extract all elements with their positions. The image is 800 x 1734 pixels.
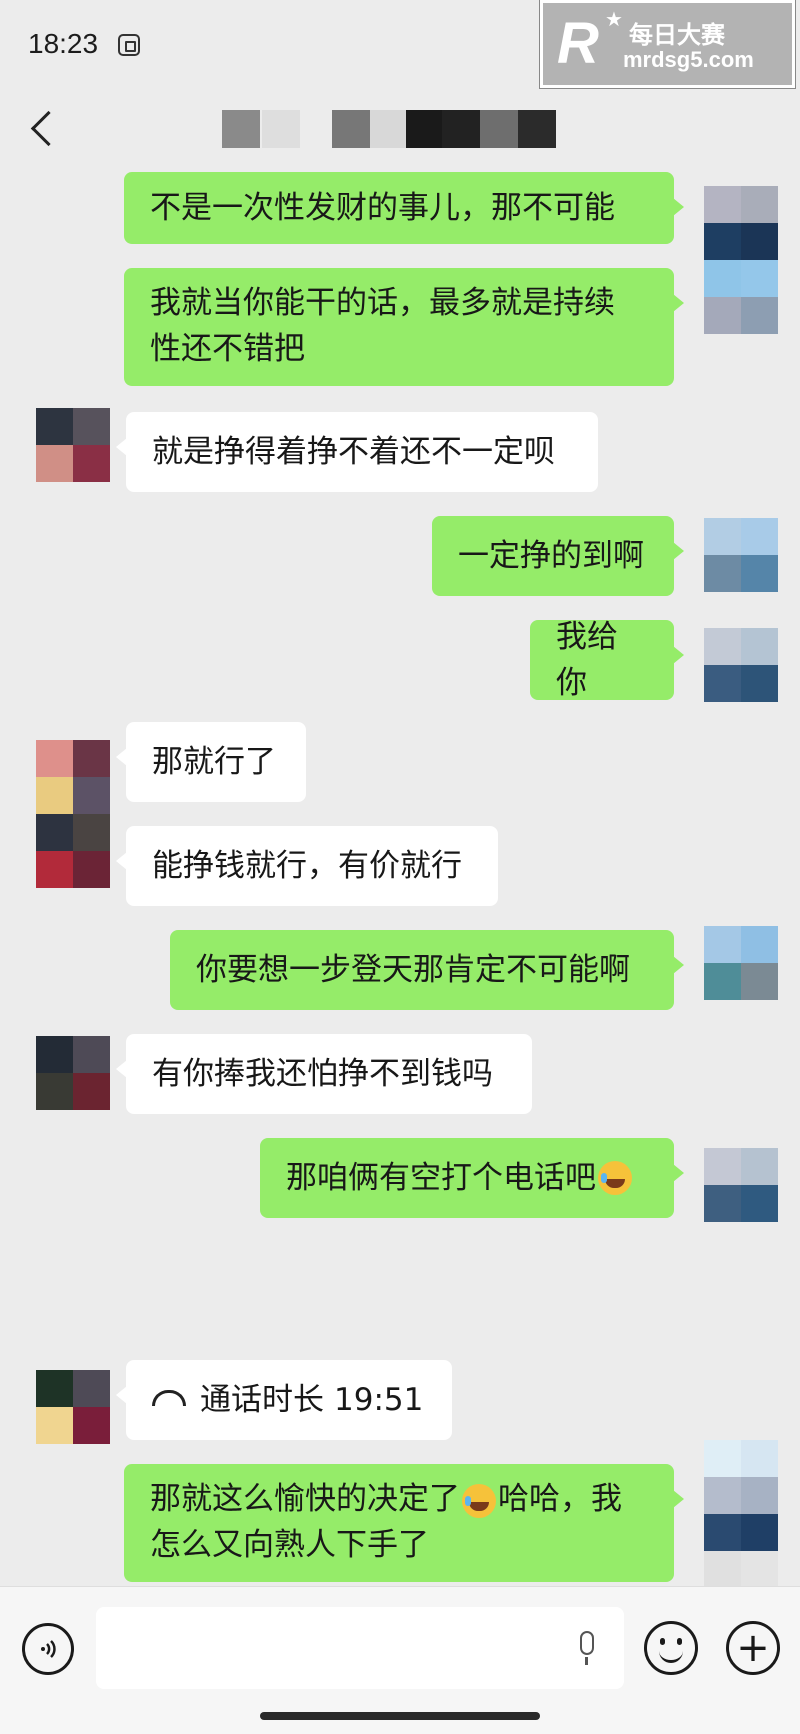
message-text: 就是挣得着挣不着还不一定呗 — [152, 434, 555, 470]
voice-waves-icon — [41, 1640, 56, 1658]
message-text: 那就这么愉快的决定了 — [150, 1481, 460, 1517]
star-icon: ★ — [605, 7, 623, 31]
chevron-left-icon[interactable] — [30, 110, 67, 147]
message-bubble-sent[interactable]: 我就当你能干的话，最多就是持续 性还不错把 — [124, 268, 684, 386]
message-bubble-received[interactable]: 有你捧我还怕挣不到钱吗 — [116, 1034, 532, 1114]
avatar-self[interactable] — [704, 186, 778, 334]
avatar-contact[interactable] — [36, 1370, 110, 1444]
avatar-self[interactable] — [704, 518, 778, 592]
smiley-icon[interactable] — [644, 1621, 698, 1675]
plus-icon[interactable]: + — [726, 1621, 780, 1675]
message-text: 哈哈，我 — [498, 1481, 622, 1517]
screen-record-icon — [118, 34, 140, 56]
avatar-self[interactable] — [704, 628, 778, 702]
avatar-self[interactable] — [704, 926, 778, 1000]
message-bubble-received[interactable]: 能挣钱就行，有价就行 — [116, 826, 498, 906]
status-time: 18:23 — [28, 28, 99, 59]
message-text: 我给你 — [556, 619, 618, 701]
call-label: 通话时长 — [200, 1382, 324, 1418]
microphone-icon[interactable] — [580, 1631, 594, 1665]
call-record-bubble[interactable]: 通话时长 19:51 — [116, 1360, 452, 1440]
phone-hangup-icon — [152, 1390, 186, 1406]
message-text: 那咱俩有空打个电话吧 — [286, 1160, 596, 1196]
laughing-tears-emoji-icon — [462, 1483, 496, 1518]
message-bubble-sent[interactable]: 那咱俩有空打个电话吧 — [260, 1138, 684, 1218]
message-bubble-sent[interactable]: 一定挣的到啊 — [432, 516, 684, 596]
message-bubble-received[interactable]: 那就行了 — [116, 722, 306, 802]
avatar-contact[interactable] — [36, 740, 110, 888]
plus-glyph: + — [736, 1625, 770, 1671]
message-text: 我就当你能干的话，最多就是持续 — [150, 285, 615, 321]
watermark-url: mrdsg5.com — [623, 47, 754, 72]
call-duration: 19:51 — [334, 1382, 424, 1418]
message-text: 怎么又向熟人下手了 — [150, 1527, 429, 1563]
message-text: 不是一次性发财的事儿，那不可能 — [150, 190, 615, 226]
home-indicator[interactable] — [260, 1712, 540, 1720]
message-text: 能挣钱就行，有价就行 — [152, 848, 462, 884]
message-bubble-sent[interactable]: 你要想一步登天那肯定不可能啊 — [170, 930, 684, 1010]
message-bubble-sent[interactable]: 不是一次性发财的事儿，那不可能 — [124, 172, 684, 244]
message-text: 性还不错把 — [150, 331, 305, 367]
message-bubble-received[interactable]: 就是挣得着挣不着还不一定呗 — [116, 412, 598, 492]
avatar-self[interactable] — [704, 1148, 778, 1222]
message-text: 有你捧我还怕挣不到钱吗 — [152, 1056, 493, 1092]
message-text: 那就行了 — [152, 744, 276, 780]
message-input[interactable] — [96, 1607, 624, 1689]
watermark-r: R — [557, 11, 599, 76]
avatar-self[interactable] — [704, 1440, 778, 1588]
message-bubble-sent[interactable]: 那就这么愉快的决定了 哈哈，我 怎么又向熟人下手了 — [124, 1464, 684, 1582]
message-bubble-sent[interactable]: 我给你 — [530, 619, 684, 701]
message-text: 一定挣的到啊 — [458, 538, 644, 574]
avatar-contact[interactable] — [36, 408, 110, 482]
watermark-name: 每日大赛 — [629, 21, 725, 49]
laughing-tears-emoji-icon — [598, 1161, 632, 1195]
voice-icon[interactable] — [22, 1623, 74, 1675]
watermark-logo: R ★ 每日大赛 mrdsg5.com — [539, 0, 796, 89]
avatar-contact[interactable] — [36, 1036, 110, 1110]
message-text: 你要想一步登天那肯定不可能啊 — [196, 952, 630, 988]
